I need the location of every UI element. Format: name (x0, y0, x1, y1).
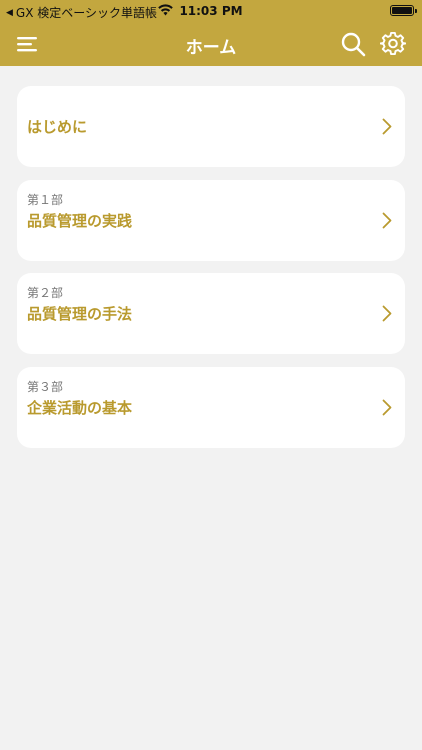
search-icon[interactable] (340, 31, 366, 57)
section-subtitle: 第１部 (27, 193, 64, 207)
battery-icon (390, 5, 417, 16)
gear-icon[interactable] (380, 31, 406, 57)
top-bar: ◀ GX 検定ベーシック単語帳 11:03 PM ホーム (0, 0, 422, 66)
status-bar: ◀ GX 検定ベーシック単語帳 11:03 PM (0, 0, 422, 22)
section-card-part-1[interactable]: 第１部 品質管理の実践 (17, 180, 405, 261)
chevron-right-icon (382, 212, 392, 229)
section-card-part-3[interactable]: 第３部 企業活動の基本 (17, 367, 405, 448)
section-title: 企業活動の基本 (27, 399, 133, 417)
section-subtitle: 第２部 (27, 286, 64, 300)
section-card-part-2[interactable]: 第２部 品質管理の手法 (17, 273, 405, 354)
chevron-right-icon (382, 305, 392, 322)
section-title: 品質管理の手法 (27, 305, 133, 323)
section-card-intro[interactable]: はじめに (17, 86, 405, 167)
app-screen: ◀ GX 検定ベーシック単語帳 11:03 PM ホーム はじめに 第１部 品質… (0, 0, 422, 750)
section-subtitle: 第３部 (27, 380, 64, 394)
chevron-right-icon (382, 118, 392, 135)
section-title: 品質管理の実践 (27, 212, 133, 230)
chevron-right-icon (382, 399, 392, 416)
navigation-bar: ホーム (0, 22, 422, 66)
clock: 11:03 PM (179, 4, 243, 18)
section-title: はじめに (27, 118, 88, 136)
